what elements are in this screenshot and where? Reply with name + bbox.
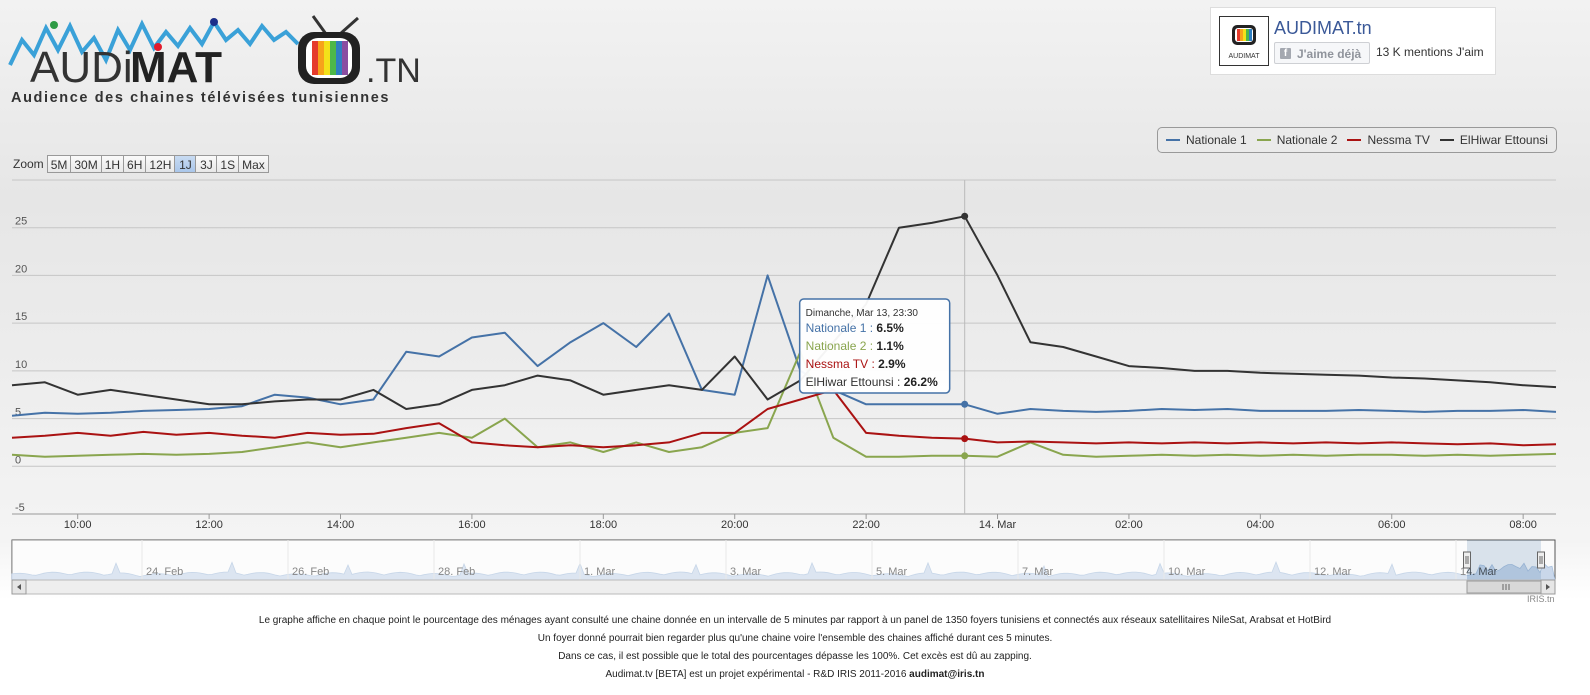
series-line-3[interactable]: [11, 215, 1557, 410]
x-tick-label: 16:00: [458, 519, 486, 531]
navigator-handle-right[interactable]: [1537, 551, 1545, 569]
hover-marker: [961, 400, 969, 408]
navigator-selection[interactable]: [1467, 540, 1541, 580]
y-tick-label: -5: [15, 502, 25, 514]
x-tick-label: 10:00: [64, 519, 92, 531]
footer-email[interactable]: audimat@iris.tn: [909, 669, 984, 680]
x-tick-label: 08:00: [1509, 519, 1537, 531]
x-tick-label: 18:00: [590, 519, 618, 531]
footer: Le graphe affiche en chaque point le pou…: [0, 612, 1590, 684]
hover-marker: [961, 212, 969, 220]
navigator-handle-left[interactable]: [1463, 551, 1471, 569]
footer-line-3: Dans ce cas, il est possible que le tota…: [558, 651, 1032, 662]
y-tick-label: 20: [15, 263, 27, 275]
scrollbar-thumb[interactable]: [1466, 580, 1542, 594]
tooltip-row: Nationale 1 : 6.5%: [806, 321, 904, 335]
footer-line-2: Un foyer donné pourrait bien regarder pl…: [537, 633, 1053, 644]
hover-marker: [961, 435, 969, 443]
tooltip-header: Dimanche, Mar 13, 23:30: [806, 308, 919, 319]
y-tick-label: 15: [15, 311, 27, 323]
hover-marker: [961, 452, 969, 460]
audience-chart: -5051015202510:00 12:00 14:00 16:00 18:00 20:…: [11, 179, 1557, 595]
plot-area: [12, 180, 1556, 514]
x-tick-label: 14. Mar: [979, 519, 1017, 531]
series-line-0[interactable]: [11, 274, 1557, 417]
scrollbar-track[interactable]: [11, 579, 1556, 595]
y-tick-label: 10: [15, 359, 27, 371]
footer-project-text: Audimat.tv [BETA] est un projet expérime…: [605, 669, 907, 680]
x-tick-label: 02:00: [1115, 519, 1143, 531]
x-tick-label: 12:00: [195, 519, 223, 531]
navigator-mask: [12, 540, 1467, 580]
tooltip-row: ElHiwar Ettounsi : 26.2%: [806, 375, 938, 389]
x-tick-label: 14:00: [327, 519, 355, 531]
tooltip-row: Nationale 2 : 1.1%: [806, 339, 904, 353]
footer-line-1: Le graphe affiche en chaque point le pou…: [258, 615, 1332, 626]
x-tick-label: 06:00: [1378, 519, 1406, 531]
tooltip: Dimanche, Mar 13, 23:30 Nationale 1 : 6.5…: [798, 298, 951, 394]
x-tick-label: 04:00: [1247, 519, 1275, 531]
credit-link[interactable]: IRIS.tn: [1527, 594, 1555, 604]
x-tick-label: 20:00: [721, 519, 749, 531]
footer-line-4: Audimat.tv [BETA] est un projet expérime…: [0, 666, 1590, 684]
x-tick-label: 22:00: [852, 519, 880, 531]
y-tick-label: 25: [15, 216, 27, 228]
tooltip-row: Nessma TV : 2.9%: [806, 357, 906, 371]
y-tick-label: 5: [15, 407, 21, 419]
